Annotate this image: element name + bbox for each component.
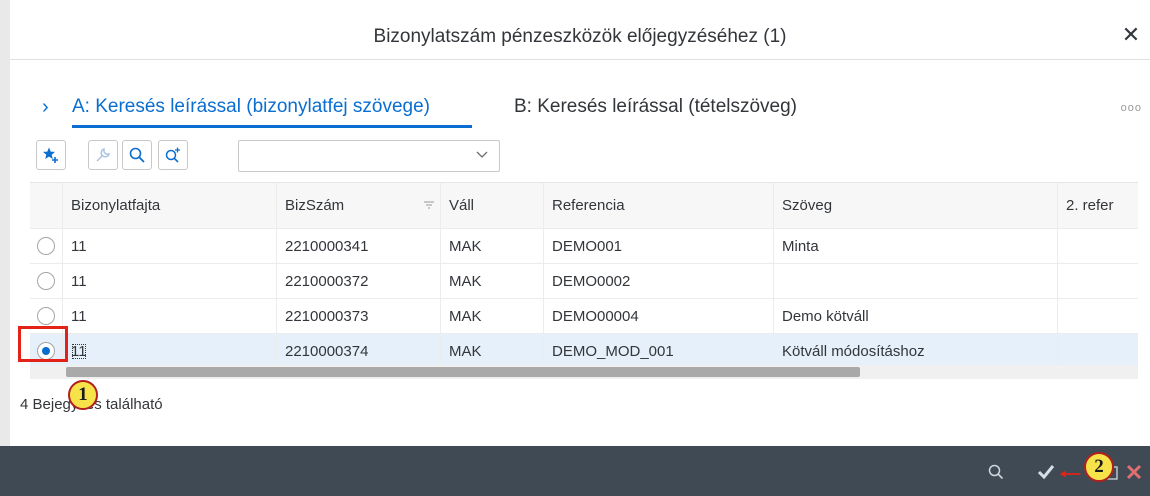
tab-bar: › A: Keresés leírással (bizonylatfej szö…: [42, 92, 1142, 130]
table-row[interactable]: 11 2210000372 MAK DEMO0002: [30, 264, 1138, 299]
scrollbar-thumb[interactable]: [66, 367, 860, 377]
column-header[interactable]: Referencia: [544, 183, 774, 228]
highlight-box: [18, 326, 68, 362]
favorite-add-button[interactable]: [36, 140, 66, 170]
zoom-in-icon: [165, 147, 180, 163]
table-cell: [774, 264, 1058, 298]
arrow-pointer: [1058, 462, 1082, 486]
table-cell: 11: [63, 264, 277, 298]
table-cell: MAK: [441, 264, 544, 298]
search-icon: [129, 147, 145, 163]
row-radio[interactable]: [37, 237, 55, 255]
table-cell: 2210000341: [277, 229, 441, 263]
table-cell: MAK: [441, 334, 544, 368]
table-cell: 2210000372: [277, 264, 441, 298]
table-cell: [1058, 264, 1138, 298]
table-row[interactable]: 11 2210000373 MAK DEMO00004 Demo kötváll: [30, 299, 1138, 334]
cancel-icon: [1126, 464, 1142, 480]
column-header[interactable]: Váll: [441, 183, 544, 228]
row-radio[interactable]: [37, 307, 55, 325]
table-cell: MAK: [441, 299, 544, 333]
table-header-row: Bizonylatfajta BizSzám Váll Referencia S…: [30, 183, 1138, 229]
table-row[interactable]: 11 2210000341 MAK DEMO001 Minta: [30, 229, 1138, 264]
row-select-cell: [30, 264, 63, 298]
arrow-left-icon: [1059, 470, 1081, 478]
settings-button[interactable]: [88, 140, 118, 170]
column-header[interactable]: Bizonylatfajta: [63, 183, 277, 228]
close-icon[interactable]: ✕: [1118, 22, 1144, 48]
tab-search-item-text[interactable]: B: Keresés leírással (tételszöveg): [514, 96, 797, 118]
column-header[interactable]: BizSzám: [277, 183, 441, 228]
page-background: [0, 0, 10, 496]
table-cell: Minta: [774, 229, 1058, 263]
header-select-cell: [30, 183, 63, 228]
dialog-header: Bizonylatszám pénzeszközök előjegyzéséhe…: [10, 12, 1150, 60]
table-cell: 2210000374: [277, 334, 441, 368]
sort-icon: [424, 201, 434, 209]
table-cell: 11: [63, 229, 277, 263]
focused-cell-value: 11: [71, 342, 87, 360]
wrench-icon: [96, 147, 111, 162]
check-icon: [1037, 465, 1055, 480]
chevron-down-icon: [476, 151, 488, 158]
search-icon: [988, 464, 1004, 480]
column-header-label: BizSzám: [285, 197, 345, 214]
horizontal-scrollbar[interactable]: [30, 365, 1138, 379]
search-footer-button[interactable]: [984, 460, 1008, 484]
table-cell: [1058, 299, 1138, 333]
column-header[interactable]: Szöveg: [774, 183, 1058, 228]
favorite-add-icon: [43, 147, 58, 163]
active-tab-indicator: [72, 125, 472, 128]
dialog-title: Bizonylatszám pénzeszközök előjegyzéséhe…: [373, 26, 787, 47]
dialog-footer: [0, 446, 1150, 496]
table-cell: [1058, 334, 1138, 368]
table-row-selected[interactable]: 11 2210000374 MAK DEMO_MOD_001 Kötváll m…: [30, 334, 1138, 369]
row-select-cell: [30, 229, 63, 263]
chevron-right-icon: ›: [42, 96, 49, 118]
table-cell: 11: [63, 299, 277, 333]
cancel-button[interactable]: [1122, 460, 1146, 484]
callout-marker: 2: [1084, 452, 1114, 482]
column-header[interactable]: 2. refer: [1058, 183, 1138, 228]
search-button[interactable]: [122, 140, 152, 170]
table-cell: 11: [63, 334, 277, 368]
results-table: Bizonylatfajta BizSzám Váll Referencia S…: [30, 182, 1138, 382]
table-cell: DEMO00004: [544, 299, 774, 333]
table-cell: MAK: [441, 229, 544, 263]
table-cell: Demo kötváll: [774, 299, 1058, 333]
zoom-in-button[interactable]: [158, 140, 188, 170]
table-cell: Kötváll módosításhoz: [774, 334, 1058, 368]
table-cell: 2210000373: [277, 299, 441, 333]
callout-marker: 1: [68, 380, 98, 410]
tab-search-header-text[interactable]: A: Keresés leírással (bizonylatfej szöve…: [72, 96, 430, 118]
table-cell: DEMO_MOD_001: [544, 334, 774, 368]
table-cell: DEMO001: [544, 229, 774, 263]
overflow-menu-icon[interactable]: ooo: [1121, 102, 1142, 114]
row-radio[interactable]: [37, 272, 55, 290]
confirm-button[interactable]: [1034, 460, 1058, 484]
table-cell: DEMO0002: [544, 264, 774, 298]
variant-select[interactable]: [238, 140, 500, 172]
table-cell: [1058, 229, 1138, 263]
